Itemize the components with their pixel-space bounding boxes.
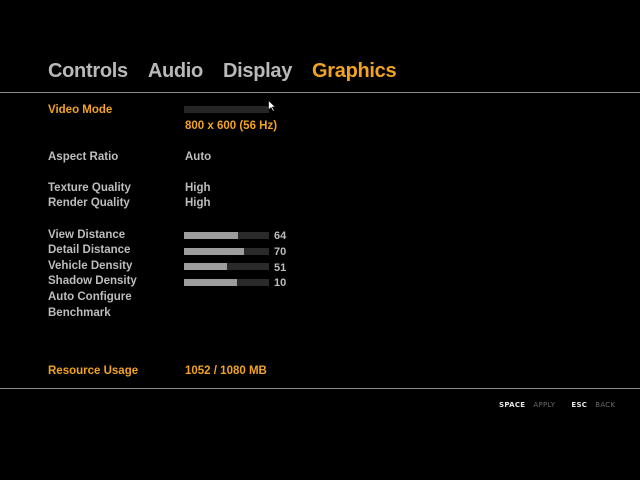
shadow-density-slider[interactable] [184,279,269,286]
vehicle-density-label[interactable]: Vehicle Density [48,259,132,273]
video-mode-label[interactable]: Video Mode [48,103,112,117]
aspect-ratio-value: Auto [185,151,212,163]
view-distance-slider-fill [184,232,239,239]
shadow-density-label[interactable]: Shadow Density [48,274,137,288]
vehicle-density-value: 51 [274,262,287,274]
tab-audio[interactable]: Audio [148,58,203,84]
space-key-hint: SPACE [499,401,526,409]
benchmark-button[interactable]: Benchmark [48,306,111,320]
detail-distance-slider-fill [184,248,244,255]
render-quality-label[interactable]: Render Quality [48,196,130,210]
apply-button[interactable]: APPLY [533,401,555,409]
texture-quality-label[interactable]: Texture Quality [48,181,131,195]
tab-graphics[interactable]: Graphics [312,58,397,84]
footer-hints: SPACE APPLY ESC BACK [499,401,615,409]
tab-display[interactable]: Display [223,58,292,84]
video-mode-value: 800 x 600 (56 Hz) [185,120,278,132]
settings-tabs: Controls Audio Display Graphics [48,58,397,84]
vehicle-density-slider-fill [184,263,228,270]
video-mode-selector-fill [184,106,269,113]
tab-controls[interactable]: Controls [48,58,128,84]
shadow-density-value: 10 [274,277,287,289]
view-distance-value: 64 [274,230,287,242]
render-quality-value: High [185,197,211,209]
detail-distance-value: 70 [274,246,287,258]
resource-usage-label: Resource Usage [48,365,139,377]
auto-configure-button[interactable]: Auto Configure [48,290,132,304]
bottom-divider [0,388,640,389]
mouse-pointer-icon [268,100,276,112]
resource-usage-value: 1052 / 1080 MB [185,365,267,377]
top-divider [0,92,640,93]
esc-key-hint: ESC [571,401,588,409]
video-mode-selector-bar[interactable] [184,106,269,113]
vehicle-density-slider[interactable] [184,263,269,270]
view-distance-label[interactable]: View Distance [48,228,125,242]
view-distance-slider[interactable] [184,232,269,239]
back-button[interactable]: BACK [595,401,615,409]
texture-quality-value: High [185,182,211,194]
shadow-density-slider-fill [184,279,238,286]
aspect-ratio-label[interactable]: Aspect Ratio [48,150,118,164]
detail-distance-slider[interactable] [184,248,269,255]
detail-distance-label[interactable]: Detail Distance [48,243,130,257]
